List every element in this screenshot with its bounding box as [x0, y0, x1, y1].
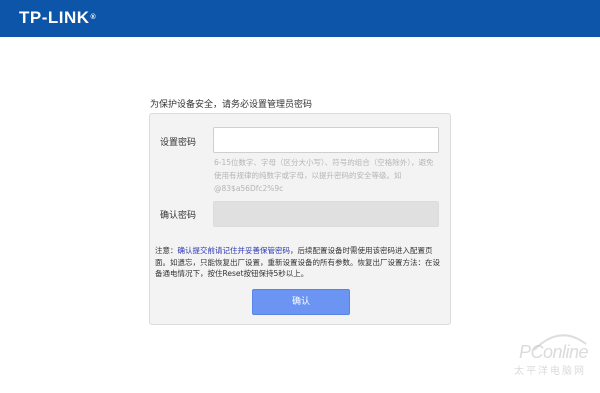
pconline-watermark: PConline 太平洋电脑网 [478, 330, 598, 390]
password-label: 设置密码 [160, 138, 197, 148]
notice-text: 注意：确认提交前请记住并妥善保管密码，后续配置设备时需使用该密码进入配置页面。如… [155, 245, 447, 280]
confirm-password-input[interactable] [213, 201, 439, 227]
logo-text: TP-LINK [19, 8, 90, 27]
notice-warning: 确认提交前请记住并妥善保管密码 [177, 246, 291, 255]
password-setup-panel: 设置密码 6-15位数字、字母（区分大小写）、符号的组合（空格除外），避免使用有… [149, 113, 451, 325]
intro-text: 为保护设备安全，请务必设置管理员密码 [150, 100, 313, 110]
watermark-brand: PConline [518, 342, 589, 362]
confirm-button[interactable]: 确认 [252, 289, 350, 315]
watermark-subtitle: 太平洋电脑网 [514, 366, 586, 377]
registered-mark: ® [90, 14, 97, 21]
top-banner: TP-LINK® [0, 0, 600, 37]
tp-link-logo: TP-LINK® [19, 8, 96, 28]
password-hint: 6-15位数字、字母（区分大小写）、符号的组合（空格除外），避免使用有规律的纯数… [214, 158, 434, 193]
confirm-password-label: 确认密码 [160, 211, 197, 221]
password-input[interactable] [213, 127, 439, 153]
notice-prefix: 注意： [155, 246, 178, 255]
